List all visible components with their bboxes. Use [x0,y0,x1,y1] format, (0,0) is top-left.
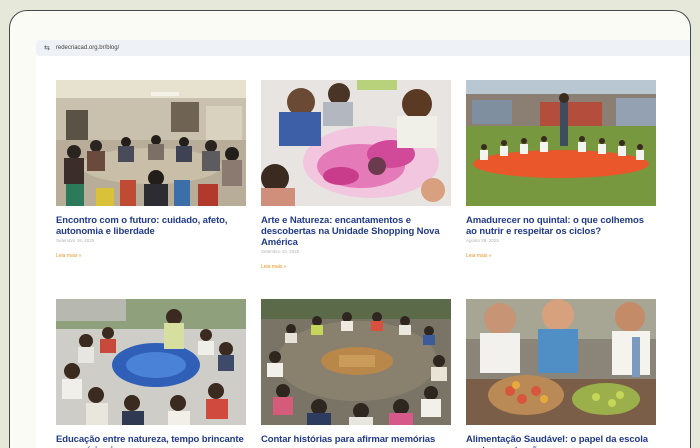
post-thumbnail-1[interactable] [56,80,246,206]
read-more-link[interactable]: Leia mais » [466,253,656,259]
post-thumbnail-5[interactable] [261,299,451,425]
blog-page: Encontro com o futuro: cuidado, afeto, a… [36,56,690,448]
screenshot-frame: ⇆ redecriacad.org.br/blog/ Encontro com … [9,10,691,448]
address-bar[interactable]: ⇆ redecriacad.org.br/blog/ [36,40,690,56]
post-title-link[interactable]: Amadurecer no quintal: o que colhemos ao… [466,215,656,237]
url-text: redecriacad.org.br/blog/ [55,45,120,51]
post-date: Setembro 18, 2025 [56,238,95,243]
children-around-blue-cloth-photo [56,299,246,425]
group-meeting-photo [56,80,246,206]
storytelling-circle-photo [261,299,451,425]
tune-icon[interactable]: ⇆ [44,44,50,52]
post-card: Arte e Natureza: encantamentos e descobe… [261,80,451,270]
children-food-photo [466,299,656,425]
children-outdoor-circle-photo [466,80,656,206]
read-more-link[interactable]: Leia mais » [261,264,451,270]
post-date: Agosto 28, 2025 [466,238,499,243]
post-card: Educação entre natureza, tempo brincante… [56,299,246,448]
post-card: Alimentação Saudável: o papel da escola … [466,299,656,448]
post-card: Encontro com o futuro: cuidado, afeto, a… [56,80,246,259]
post-thumbnail-3[interactable] [466,80,656,206]
children-painting-photo [261,80,451,206]
post-thumbnail-2[interactable] [261,80,451,206]
post-title-link[interactable]: Educação entre natureza, tempo brincante… [56,434,246,448]
post-title-link[interactable]: Alimentação Saudável: o papel da escola … [466,434,656,448]
read-more-link[interactable]: Leia mais » [56,253,246,259]
post-date: Setembro 10, 2025 [261,249,300,254]
post-card: Contar histórias para afirmar memórias [261,299,451,445]
post-title-link[interactable]: Arte e Natureza: encantamentos e descobe… [261,215,451,248]
post-title-link[interactable]: Encontro com o futuro: cuidado, afeto, a… [56,215,246,237]
post-title-link[interactable]: Contar histórias para afirmar memórias [261,434,451,445]
post-thumbnail-6[interactable] [466,299,656,425]
post-card: Amadurecer no quintal: o que colhemos ao… [466,80,656,259]
post-thumbnail-4[interactable] [56,299,246,425]
